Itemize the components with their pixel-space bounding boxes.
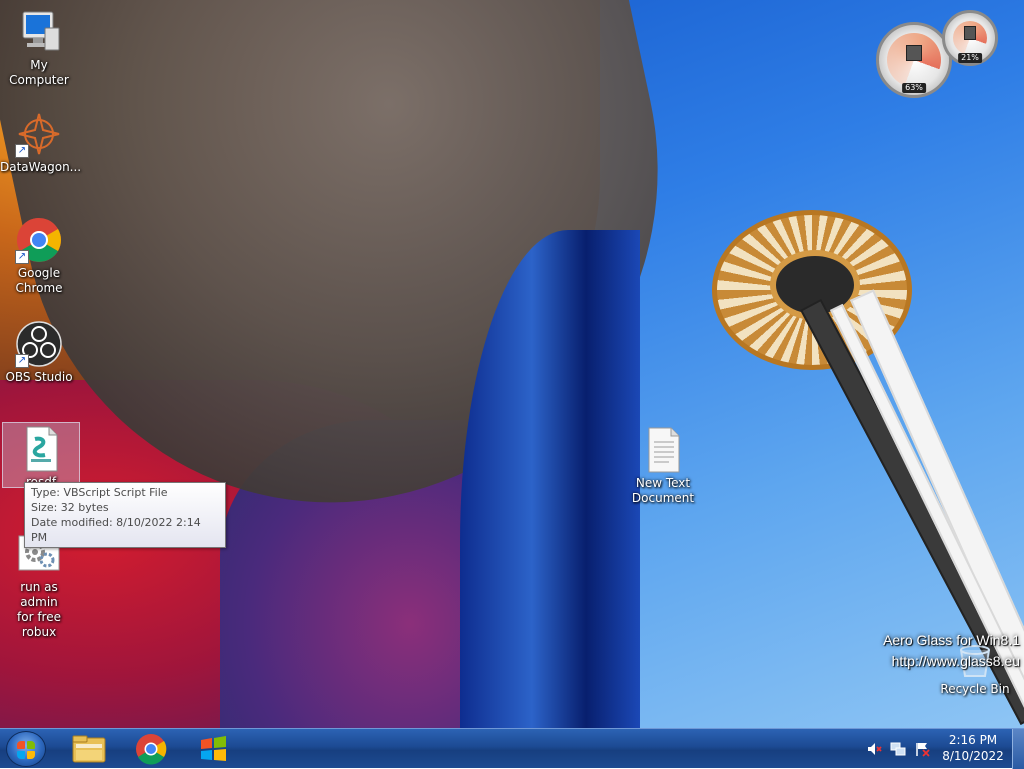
- desktop-icon-new-text-document[interactable]: New Text Document: [624, 426, 702, 506]
- shortcut-arrow-icon: ↗: [15, 144, 29, 158]
- clock-date: 8/10/2022: [942, 749, 1004, 763]
- obs-icon: ↗: [15, 320, 63, 368]
- memory-meter-gadget[interactable]: 21%: [942, 10, 998, 66]
- cpu-meter-gadget[interactable]: 63%: [876, 22, 952, 98]
- tooltip-type: Type: VBScript Script File: [31, 486, 168, 499]
- desktop-icon-obs-studio[interactable]: ↗ OBS Studio: [0, 320, 78, 385]
- taskbar-windows-explorer[interactable]: [64, 732, 114, 766]
- aero-glass-watermark: Aero Glass for Win8.1 http://www.glass8.…: [883, 630, 1020, 672]
- desktop-icon-label: Chrome: [15, 281, 63, 295]
- shortcut-arrow-icon: ↗: [15, 250, 29, 264]
- volume-muted-icon[interactable]: [866, 741, 882, 757]
- folder-icon: [72, 735, 106, 763]
- chrome-icon: [136, 734, 167, 765]
- desktop[interactable]: My Computer ↗ DataWagon... ↗ Google Chro…: [0, 0, 1024, 728]
- watermark-url: http://www.glass8.eu: [891, 653, 1020, 669]
- desktop-icon-label: My Computer: [9, 58, 69, 87]
- desktop-icon-google-chrome[interactable]: ↗ Google Chrome: [0, 216, 78, 296]
- taskbar-google-chrome[interactable]: [126, 732, 176, 766]
- tooltip-modified: Date modified: 8/10/2022 2:14 PM: [31, 516, 201, 544]
- file-info-tooltip: Type: VBScript Script File Size: 32 byte…: [24, 482, 226, 548]
- desktop-icon-label: Document: [631, 491, 695, 505]
- cpu-chip-icon: [906, 45, 922, 61]
- start-button[interactable]: [6, 731, 46, 767]
- desktop-icon-label: for free robux: [17, 610, 61, 639]
- windows-flag-icon: [201, 736, 226, 761]
- desktop-icon-label: OBS Studio: [5, 370, 73, 384]
- vbscript-file-icon: [17, 425, 65, 473]
- desktop-icon-label: Recycle Bin: [940, 682, 1010, 696]
- desktop-icon-my-computer[interactable]: My Computer: [0, 8, 78, 88]
- memory-chip-icon: [964, 26, 976, 40]
- watermark-line: Aero Glass for Win8.1: [883, 632, 1020, 648]
- desktop-icon-label: New Text: [635, 476, 691, 490]
- desktop-icon-datawagon[interactable]: ↗ DataWagon...: [0, 110, 82, 175]
- show-desktop-button[interactable]: [1012, 729, 1024, 769]
- tooltip-size: Size: 32 bytes: [31, 501, 109, 514]
- text-document-icon: [639, 426, 687, 474]
- shortcut-arrow-icon: ↗: [15, 354, 29, 368]
- taskbar: 2:16 PM 8/10/2022: [0, 728, 1024, 769]
- windows-logo-icon: [17, 741, 35, 759]
- desktop-icon-rosdf[interactable]: rosdf: [2, 422, 80, 489]
- computer-icon: [15, 8, 63, 56]
- taskbar-clock[interactable]: 2:16 PM 8/10/2022: [938, 732, 1008, 764]
- memory-percent-readout: 21%: [958, 53, 982, 63]
- desktop-icon-label: run as admin: [20, 580, 58, 609]
- desktop-icon-label: DataWagon...: [0, 160, 82, 174]
- action-center-flag-icon[interactable]: [914, 741, 930, 757]
- desktop-icon-label: Google: [17, 266, 61, 280]
- taskbar-windows-app[interactable]: [188, 732, 238, 766]
- datawagon-icon: ↗: [15, 110, 63, 158]
- network-icon[interactable]: [890, 741, 906, 757]
- cpu-percent-readout: 63%: [902, 83, 926, 93]
- clock-time: 2:16 PM: [948, 733, 998, 747]
- chrome-icon: ↗: [15, 216, 63, 264]
